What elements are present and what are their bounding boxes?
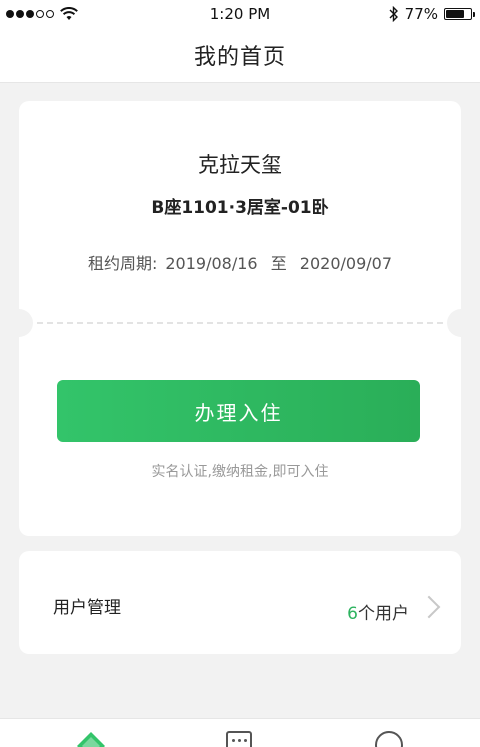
- lease-start-date: 2019/08/16: [165, 254, 258, 273]
- property-name: 克拉天玺: [198, 153, 282, 177]
- room-info: B座1101·3居室-01卧: [151, 198, 329, 218]
- battery-icon: [444, 8, 475, 20]
- chevron-right-icon: [417, 595, 441, 619]
- home-icon[interactable]: [76, 731, 106, 747]
- user-count: 6个用户: [347, 599, 409, 624]
- user-count-suffix: 个用户: [358, 604, 409, 624]
- user-management-title: 用户管理: [53, 598, 121, 618]
- lease-period-label: 租约周期:: [87, 254, 158, 273]
- profile-icon[interactable]: [375, 731, 403, 747]
- message-icon[interactable]: [226, 731, 252, 747]
- lease-period: 租约周期: 2019/08/16 至 2020/09/07: [19, 250, 461, 274]
- ticket-notch-left: [19, 309, 33, 337]
- tab-bar: [0, 718, 480, 747]
- ticket-notch-right: [447, 309, 461, 337]
- status-time: 1:20 PM: [209, 5, 271, 23]
- lease-card: 克拉天玺 B座1101·3居室-01卧 租约周期: 2019/08/16 至 20…: [19, 101, 461, 536]
- nav-bar: 我的首页: [0, 28, 480, 83]
- checkin-button[interactable]: 办理入住: [57, 380, 420, 442]
- page-title: 我的首页: [193, 45, 286, 70]
- user-count-number: 6: [347, 604, 358, 624]
- lease-end-date: 2020/09/07: [299, 254, 393, 273]
- lease-to-label: 至: [270, 254, 287, 273]
- checkin-hint: 实名认证,缴纳租金,即可入住: [151, 464, 329, 480]
- user-management-row[interactable]: 用户管理 6个用户: [19, 551, 461, 654]
- dashed-divider: [37, 322, 443, 324]
- status-bar: 1:20 PM 77%: [0, 0, 480, 28]
